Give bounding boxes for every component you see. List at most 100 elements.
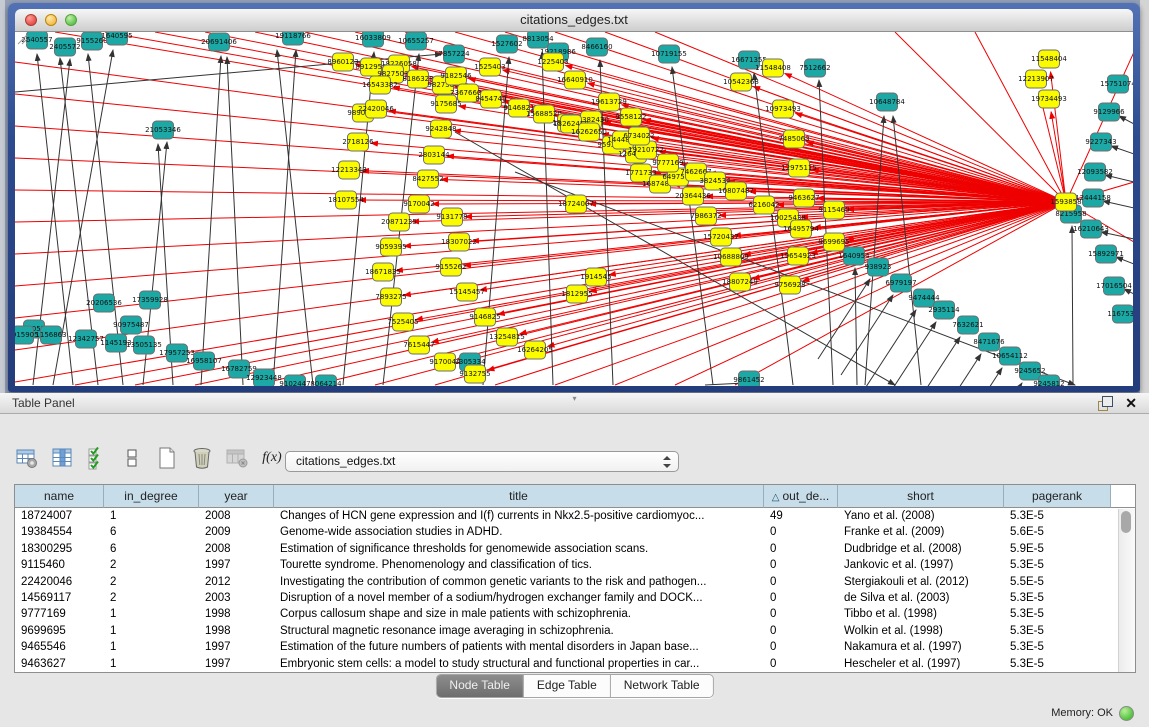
table-panel-header[interactable]: Table Panel ▾ ✕ xyxy=(0,393,1149,414)
column-header-out_de[interactable]: △out_de... xyxy=(764,485,838,508)
cell-in_degree[interactable]: 1 xyxy=(104,606,199,622)
cell-name[interactable]: 19384554 xyxy=(15,524,104,540)
cell-year[interactable]: 1997 xyxy=(199,639,274,655)
cell-title[interactable]: Structural magnetic resonance image aver… xyxy=(274,623,764,639)
close-icon[interactable]: ✕ xyxy=(1125,394,1137,413)
table-options-icon[interactable] xyxy=(14,445,40,471)
cell-in_degree[interactable]: 2 xyxy=(104,557,199,573)
cell-out_de[interactable]: 0 xyxy=(764,606,838,622)
cell-out_de[interactable]: 0 xyxy=(764,656,838,672)
cell-in_degree[interactable]: 6 xyxy=(104,541,199,557)
cell-short[interactable]: Jankovic et al. (1997) xyxy=(838,557,1004,573)
cell-title[interactable]: Genome-wide association studies in ADHD. xyxy=(274,524,764,540)
cell-pagerank[interactable]: 5.3E-5 xyxy=(1004,557,1111,573)
cell-title[interactable]: Estimation of significance thresholds fo… xyxy=(274,541,764,557)
table-row[interactable]: 969969511998Structural magnetic resonanc… xyxy=(15,623,1135,639)
cell-in_degree[interactable]: 1 xyxy=(104,508,199,524)
cell-short[interactable]: Tibbo et al. (1998) xyxy=(838,606,1004,622)
cell-name[interactable]: 9463627 xyxy=(15,656,104,672)
table-row[interactable]: 946554611997Estimation of the future num… xyxy=(15,639,1135,655)
cell-year[interactable]: 2008 xyxy=(199,508,274,524)
column-header-title[interactable]: title xyxy=(274,485,764,508)
cell-year[interactable]: 1997 xyxy=(199,557,274,573)
network-window-titlebar[interactable]: citations_edges.txt xyxy=(15,9,1133,32)
cell-name[interactable]: 18724007 xyxy=(15,508,104,524)
column-header-name[interactable]: name xyxy=(15,485,104,508)
table-row[interactable]: 977716911998Corpus callosum shape and si… xyxy=(15,606,1135,622)
close-window-button[interactable] xyxy=(25,14,37,26)
scrollbar-thumb[interactable] xyxy=(1121,511,1131,533)
cell-short[interactable]: Franke et al. (2009) xyxy=(838,524,1004,540)
cell-title[interactable]: Changes of HCN gene expression and I(f) … xyxy=(274,508,764,524)
minimize-window-button[interactable] xyxy=(45,14,57,26)
cell-out_de[interactable]: 0 xyxy=(764,574,838,590)
cell-pagerank[interactable]: 5.3E-5 xyxy=(1004,656,1111,672)
cell-name[interactable]: 14569117 xyxy=(15,590,104,606)
cell-year[interactable]: 2012 xyxy=(199,574,274,590)
table-row[interactable]: 1938455462009Genome-wide association stu… xyxy=(15,524,1135,540)
column-header-year[interactable]: year xyxy=(199,485,274,508)
cell-name[interactable]: 9115460 xyxy=(15,557,104,573)
cell-short[interactable]: Yano et al. (2008) xyxy=(838,508,1004,524)
table-row[interactable]: 1830029562008Estimation of significance … xyxy=(15,541,1135,557)
cell-short[interactable]: Wolkin et al. (1998) xyxy=(838,623,1004,639)
cell-out_de[interactable]: 0 xyxy=(764,541,838,557)
cell-name[interactable]: 18300295 xyxy=(15,541,104,557)
cell-year[interactable]: 2003 xyxy=(199,590,274,606)
cell-title[interactable]: Embryonic stem cells: a model to study s… xyxy=(274,656,764,672)
cell-pagerank[interactable]: 5.5E-5 xyxy=(1004,574,1111,590)
cell-pagerank[interactable]: 5.6E-5 xyxy=(1004,524,1111,540)
cell-title[interactable]: Disruption of a novel member of a sodium… xyxy=(274,590,764,606)
function-builder-icon[interactable]: f(x) xyxy=(259,445,285,471)
cell-out_de[interactable]: 0 xyxy=(764,639,838,655)
network-canvas[interactable]: 2640557240557291552601640595206914061911… xyxy=(15,32,1133,386)
cell-year[interactable]: 1998 xyxy=(199,623,274,639)
cell-pagerank[interactable]: 5.3E-5 xyxy=(1004,606,1111,622)
cell-pagerank[interactable]: 5.9E-5 xyxy=(1004,541,1111,557)
cell-in_degree[interactable]: 1 xyxy=(104,623,199,639)
cell-name[interactable]: 9777169 xyxy=(15,606,104,622)
column-header-in_degree[interactable]: in_degree xyxy=(104,485,199,508)
zoom-window-button[interactable] xyxy=(65,14,77,26)
cell-short[interactable]: Hescheler et al. (1997) xyxy=(838,656,1004,672)
cell-in_degree[interactable]: 1 xyxy=(104,656,199,672)
tab-network-table[interactable]: Network Table xyxy=(611,675,713,697)
cell-out_de[interactable]: 0 xyxy=(764,623,838,639)
cell-name[interactable]: 9699695 xyxy=(15,623,104,639)
cell-title[interactable]: Investigating the contribution of common… xyxy=(274,574,764,590)
column-header-short[interactable]: short xyxy=(838,485,1004,508)
tab-node-table[interactable]: Node Table xyxy=(436,675,524,697)
tab-edge-table[interactable]: Edge Table xyxy=(524,675,611,697)
citation-network-graph[interactable]: 2640557240557291552601640595206914061911… xyxy=(15,32,1133,386)
delete-table-icon[interactable] xyxy=(189,445,215,471)
cell-title[interactable]: Tourette syndrome. Phenomenology and cla… xyxy=(274,557,764,573)
cell-name[interactable]: 22420046 xyxy=(15,574,104,590)
table-row[interactable]: 2242004622012Investigating the contribut… xyxy=(15,574,1135,590)
cell-in_degree[interactable]: 1 xyxy=(104,639,199,655)
cell-year[interactable]: 2008 xyxy=(199,541,274,557)
select-columns-icon[interactable] xyxy=(84,445,110,471)
cell-year[interactable]: 2009 xyxy=(199,524,274,540)
table-selector-dropdown[interactable]: citations_edges.txt xyxy=(285,451,679,472)
splitter-handle-icon[interactable]: ▾ xyxy=(572,394,576,403)
cell-out_de[interactable]: 0 xyxy=(764,524,838,540)
cell-in_degree[interactable]: 2 xyxy=(104,574,199,590)
cell-out_de[interactable]: 0 xyxy=(764,590,838,606)
table-row[interactable]: 946362711997Embryonic stem cells: a mode… xyxy=(15,656,1135,672)
column-header-pagerank[interactable]: pagerank xyxy=(1004,485,1111,508)
cell-short[interactable]: Dudbridge et al. (2008) xyxy=(838,541,1004,557)
table-row[interactable]: 911546021997Tourette syndrome. Phenomeno… xyxy=(15,557,1135,573)
cell-year[interactable]: 1998 xyxy=(199,606,274,622)
cell-short[interactable]: de Silva et al. (2003) xyxy=(838,590,1004,606)
cell-pagerank[interactable]: 5.3E-5 xyxy=(1004,590,1111,606)
table-row[interactable]: 1456911722003Disruption of a novel membe… xyxy=(15,590,1135,606)
cell-short[interactable]: Stergiakouli et al. (2012) xyxy=(838,574,1004,590)
new-table-icon[interactable] xyxy=(154,445,180,471)
row-height-icon[interactable] xyxy=(119,445,145,471)
cell-year[interactable]: 1997 xyxy=(199,656,274,672)
resize-grip-icon[interactable] xyxy=(15,32,28,45)
cell-in_degree[interactable]: 2 xyxy=(104,590,199,606)
cell-pagerank[interactable]: 5.3E-5 xyxy=(1004,623,1111,639)
cell-title[interactable]: Estimation of the future numbers of pati… xyxy=(274,639,764,655)
cell-title[interactable]: Corpus callosum shape and size in male p… xyxy=(274,606,764,622)
